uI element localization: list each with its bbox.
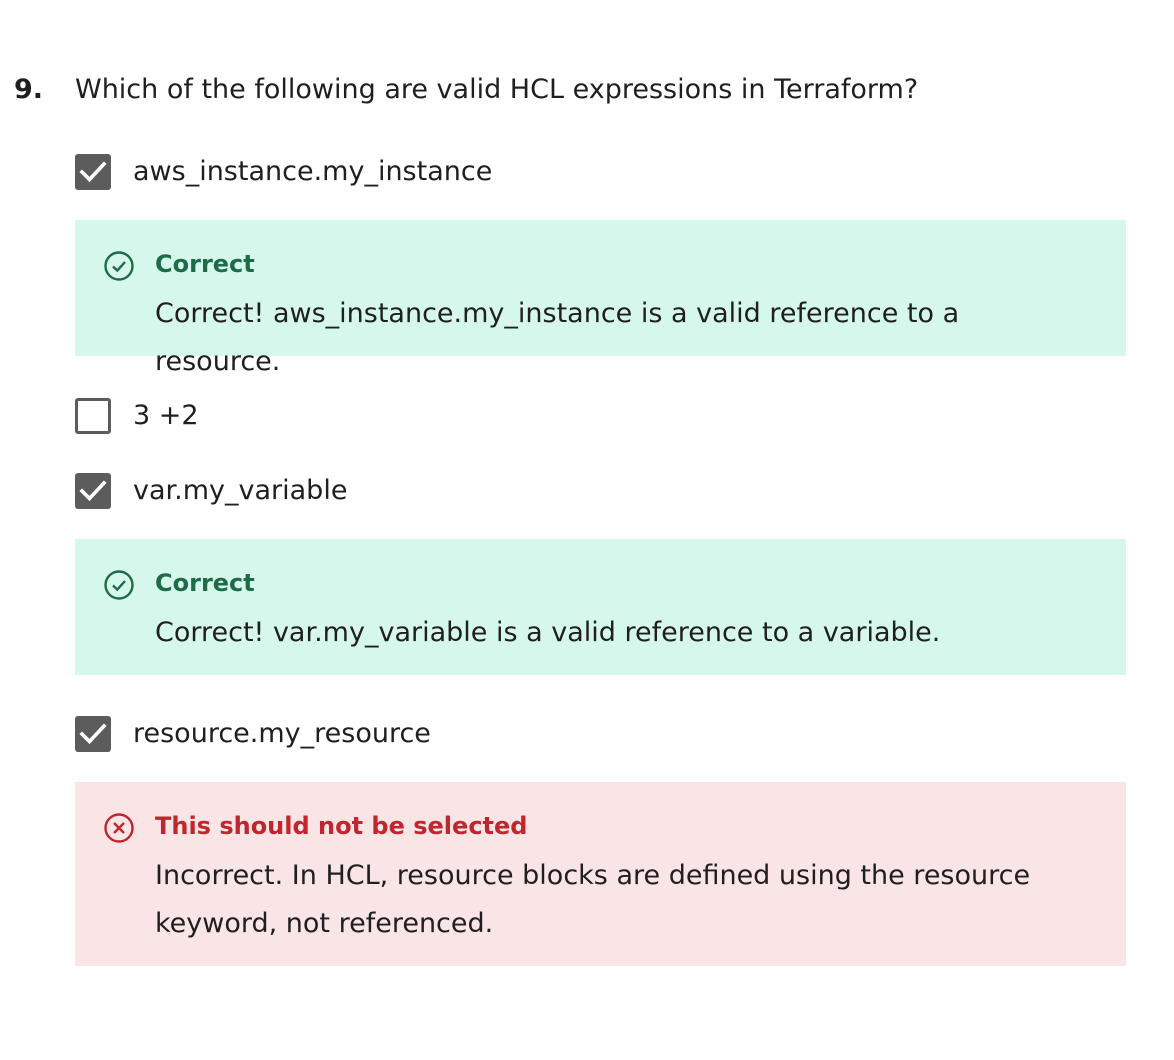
- option-var-my-variable[interactable]: var.my_variable: [75, 472, 1125, 510]
- checkbox-checked[interactable]: [75, 716, 111, 752]
- feedback-correct: Correct Correct! var.my_variable is a va…: [75, 539, 1126, 675]
- option-3-plus-2[interactable]: 3 +2: [75, 397, 1125, 435]
- checkmark-icon: [79, 161, 107, 183]
- feedback-text: Correct! var.my_variable is a valid refe…: [155, 617, 941, 648]
- feedback-title: This should not be selected: [155, 812, 528, 840]
- feedback-title: Correct: [155, 569, 255, 597]
- checkmark-icon: [79, 480, 107, 502]
- feedback-correct: Correct Correct! aws_instance.my_instanc…: [75, 220, 1126, 377]
- feedback-text: Correct! aws_instance.my_instance is a v…: [155, 298, 960, 377]
- check-circle-icon: [104, 251, 134, 281]
- question-number: 9.: [14, 74, 44, 105]
- question-text: Which of the following are valid HCL exp…: [75, 74, 919, 105]
- option-label: 3 +2: [133, 400, 199, 431]
- feedback-title: Correct: [155, 250, 255, 278]
- option-label: resource.my_resource: [133, 718, 431, 749]
- option-aws-instance[interactable]: aws_instance.my_instance: [75, 153, 1125, 191]
- x-circle-icon: [104, 813, 134, 843]
- question-header: 9. Which of the following are valid HCL …: [0, 70, 1174, 110]
- checkbox-checked[interactable]: [75, 473, 111, 509]
- option-label: aws_instance.my_instance: [133, 156, 493, 187]
- option-label: var.my_variable: [133, 475, 348, 506]
- checkbox-checked[interactable]: [75, 154, 111, 190]
- feedback-incorrect: This should not be selected Incorrect. I…: [75, 782, 1126, 966]
- checkbox-unchecked[interactable]: [75, 398, 111, 434]
- option-resource-my-resource[interactable]: resource.my_resource: [75, 715, 1125, 753]
- feedback-text: Incorrect. In HCL, resource blocks are d…: [155, 860, 1031, 939]
- check-circle-icon: [104, 570, 134, 600]
- checkmark-icon: [79, 723, 107, 745]
